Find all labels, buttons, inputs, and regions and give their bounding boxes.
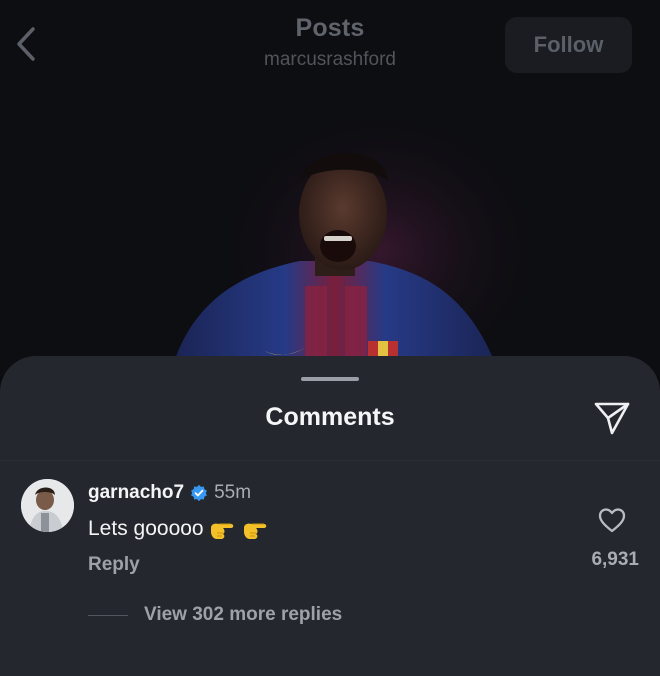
comment-item: garnacho7 55m Lets gooooo Reply 6,931 Vi… [0, 474, 660, 674]
comment-text: Lets gooooo [88, 517, 204, 540]
replies-divider-line [88, 614, 128, 616]
sheet-divider [0, 460, 660, 461]
reply-button[interactable]: Reply [88, 554, 140, 576]
player-celebration-photo [0, 86, 660, 376]
pointing-hand-emoji-icon [210, 523, 233, 539]
avatar[interactable] [21, 479, 74, 532]
comment-username[interactable]: garnacho7 [88, 482, 184, 504]
pointing-hand-emoji-icon [243, 523, 266, 539]
like-count: 6,931 [591, 549, 639, 570]
sheet-grabber[interactable] [301, 377, 359, 381]
paper-plane-icon [594, 402, 630, 435]
post-image[interactable] [0, 86, 660, 376]
user-avatar-image [21, 479, 74, 532]
verified-badge-icon [191, 484, 208, 502]
comments-sheet: Comments garnacho7 55m Lets gooooo Reply… [0, 356, 660, 676]
follow-button[interactable]: Follow [505, 17, 632, 73]
comments-title: Comments [265, 403, 395, 431]
comment-meta: garnacho7 55m [88, 482, 251, 504]
view-replies-button[interactable]: View 302 more replies [88, 604, 342, 626]
view-replies-label: View 302 more replies [144, 604, 343, 625]
heart-icon[interactable] [597, 505, 627, 535]
share-button[interactable] [590, 398, 634, 438]
comment-timestamp: 55m [214, 482, 252, 503]
top-bar: Posts marcusrashford Follow [0, 0, 660, 86]
comment-body: Lets gooooo [88, 514, 270, 544]
